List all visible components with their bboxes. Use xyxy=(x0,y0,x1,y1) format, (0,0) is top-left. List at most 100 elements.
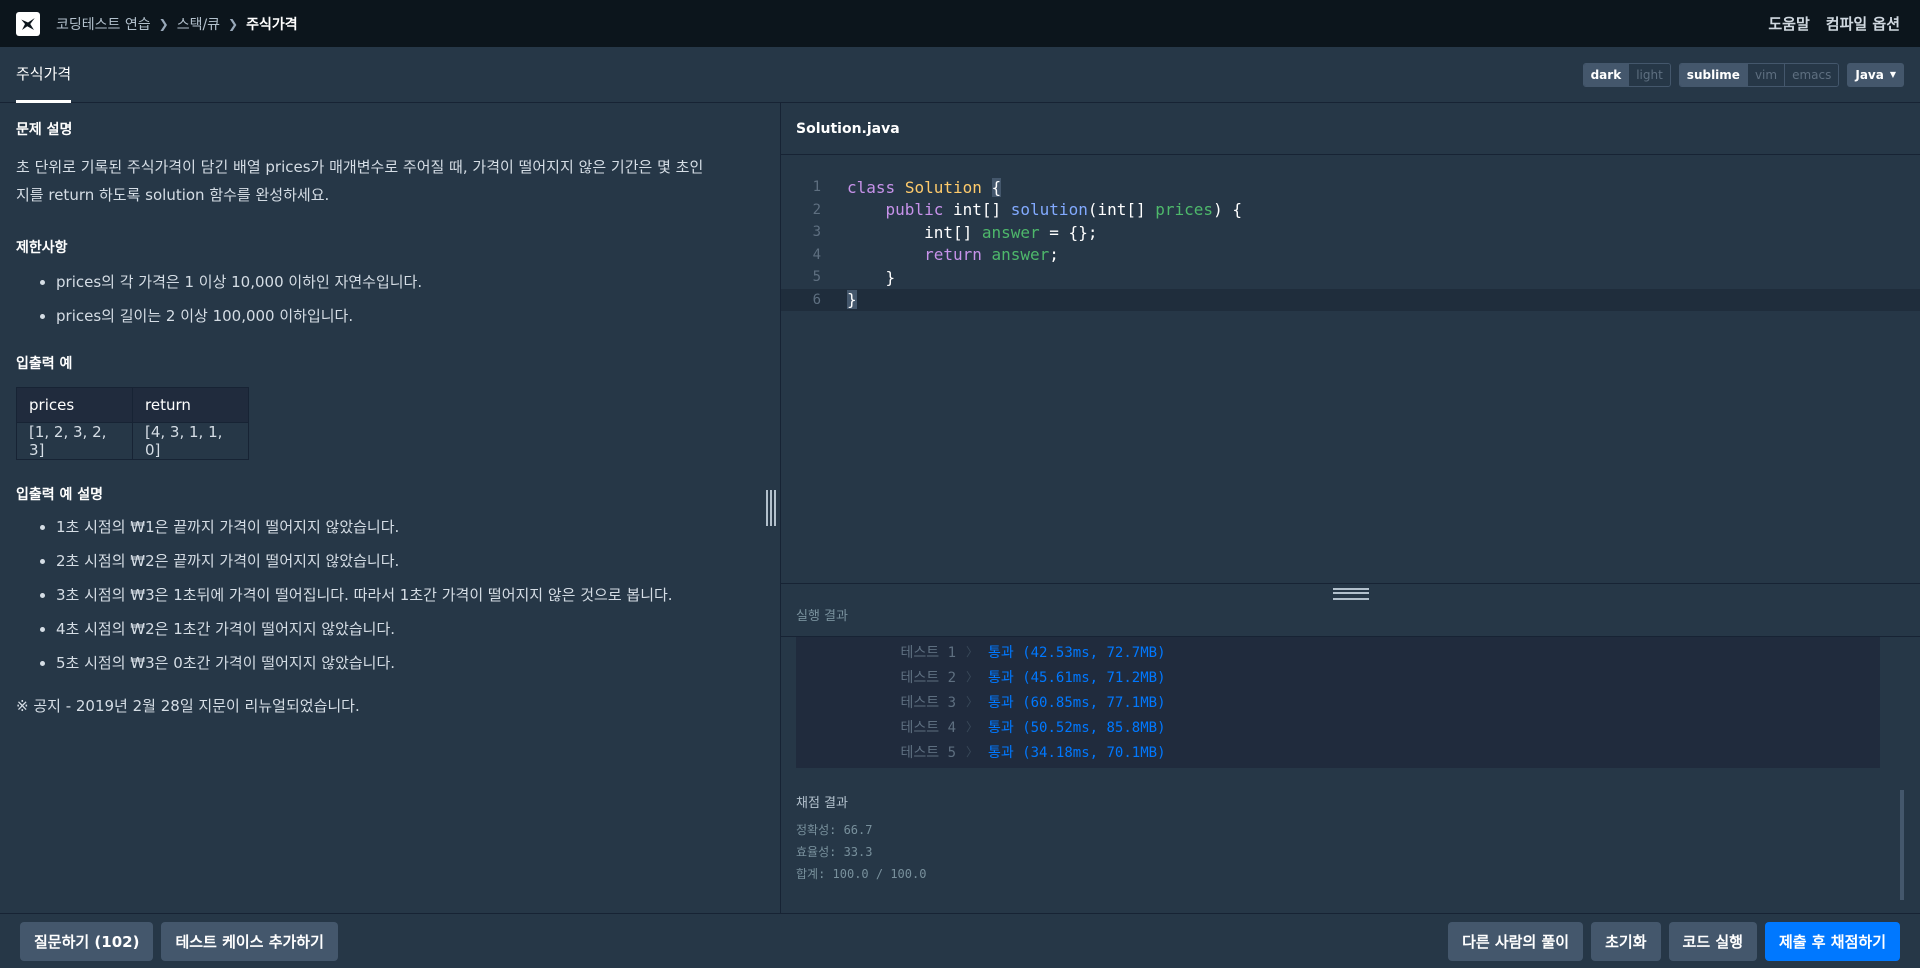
line-number: 6 xyxy=(812,291,821,308)
test-name: 테스트 2 xyxy=(900,669,957,686)
test-result: 통과 (34.18ms, 70.1MB) xyxy=(988,744,1166,761)
test-name: 테스트 4 xyxy=(900,719,957,736)
code-line: 3 int[] answer = {}; xyxy=(781,221,1920,244)
table-header-cell: return xyxy=(132,387,249,423)
keymap-emacs-button[interactable]: emacs xyxy=(1785,63,1839,86)
test-name: 테스트 3 xyxy=(900,694,957,711)
help-link[interactable]: 도움말 xyxy=(1768,13,1809,34)
grading-result-title: 채점 결과 xyxy=(796,796,848,811)
test-name: 테스트 5 xyxy=(900,744,957,761)
table-cell: [1, 2, 3, 2, 3] xyxy=(16,422,133,460)
notice-text: ※ 공지 - 2019년 2월 28일 지문이 리뉴얼되었습니다. xyxy=(16,697,360,715)
chevron-right-icon: 〉 xyxy=(966,720,979,734)
code-line: 2 public int[] solution(int[] prices) { xyxy=(781,199,1920,222)
tab-problem[interactable]: 주식가격 xyxy=(16,47,72,103)
language-select-value: Java xyxy=(1855,67,1884,82)
list-item: 3초 시점의 ₩3은 1초뒤에 가격이 떨어집니다. 따라서 1초간 가격이 떨… xyxy=(56,578,764,612)
chevron-right-icon: 〉 xyxy=(966,695,979,709)
chevron-right-icon: 〉 xyxy=(966,670,979,684)
description-text-line-2: 지를 return 하도록 solution 함수를 완성하세요. xyxy=(16,186,330,204)
breadcrumb-item-current: 주식가격 xyxy=(246,16,298,33)
test-result-row: 테스트 3 〉 통과 (60.85ms, 77.1MB) xyxy=(796,689,1880,714)
test-result: 통과 (42.53ms, 72.7MB) xyxy=(988,644,1166,661)
grading-total: 합계: 100.0 / 100.0 xyxy=(796,867,927,881)
compile-options-link[interactable]: 컴파일 옵션 xyxy=(1826,13,1900,34)
test-name: 테스트 1 xyxy=(900,644,957,661)
vertical-resize-handle[interactable] xyxy=(766,490,776,526)
ask-question-button[interactable]: 질문하기 (102) xyxy=(20,921,154,961)
reset-button[interactable]: 초기화 xyxy=(1591,921,1661,961)
top-right-menu: 도움말 컴파일 옵션 xyxy=(1768,13,1900,34)
line-number: 2 xyxy=(812,201,821,218)
results-header: 실행 결과 xyxy=(781,593,1920,637)
chevron-right-icon: 〉 xyxy=(966,645,979,659)
io-explanation-list: 1초 시점의 ₩1은 끝까지 가격이 떨어지지 않았습니다. 2초 시점의 ₩2… xyxy=(56,510,764,680)
keymap-vim-button[interactable]: vim xyxy=(1747,63,1786,86)
description-text-line-1: 초 단위로 기록된 주식가격이 담긴 배열 prices가 매개변수로 주어질 … xyxy=(16,158,704,176)
list-item: 2초 시점의 ₩2은 끝까지 가격이 떨어지지 않았습니다. xyxy=(56,544,764,578)
code-text: int[] answer = {}; xyxy=(847,222,1098,242)
test-result: 통과 (60.85ms, 77.1MB) xyxy=(988,694,1166,711)
language-select[interactable]: Java ▼ xyxy=(1847,62,1904,87)
test-result-row: 테스트 2 〉 통과 (45.61ms, 71.2MB) xyxy=(796,664,1880,689)
breadcrumb: 코딩테스트 연습 ❯ 스택/큐 ❯ 주식가격 xyxy=(56,14,298,34)
horizontal-resize-handle[interactable] xyxy=(781,583,1920,600)
grading-efficiency: 효율성: 33.3 xyxy=(796,845,873,859)
theme-toggle: dark light xyxy=(1582,62,1671,87)
list-item: prices의 길이는 2 이상 100,000 이하입니다. xyxy=(56,299,764,333)
chevron-right-icon: ❯ xyxy=(158,16,169,31)
test-result: 통과 (45.61ms, 71.2MB) xyxy=(988,669,1166,686)
code-text: return answer; xyxy=(924,245,1059,265)
others-solution-button[interactable]: 다른 사람의 풀이 xyxy=(1448,921,1584,961)
list-item: 5초 시점의 ₩3은 0초간 가격이 떨어지지 않았습니다. xyxy=(56,646,764,680)
breadcrumb-item-coding-test[interactable]: 코딩테스트 연습 xyxy=(56,14,151,34)
line-number: 3 xyxy=(812,224,821,241)
caret-down-icon: ▼ xyxy=(1889,70,1896,79)
results-panel: 테스트 1 〉 통과 (42.53ms, 72.7MB) 테스트 2 〉 통과 … xyxy=(781,637,1920,913)
description-heading: 문제 설명 xyxy=(16,122,73,138)
test-result: 통과 (50.52ms, 85.8MB) xyxy=(988,719,1166,736)
add-testcase-button[interactable]: 테스트 케이스 추가하기 xyxy=(161,921,338,961)
table-header-row: prices return xyxy=(16,387,249,423)
code-line: 1 class Solution { xyxy=(781,176,1920,199)
test-results-box: 테스트 1 〉 통과 (42.53ms, 72.7MB) 테스트 2 〉 통과 … xyxy=(796,637,1880,768)
code-text: public int[] solution(int[] prices) { xyxy=(885,200,1242,220)
code-line: 4 return answer; xyxy=(781,244,1920,267)
tab-bar: 주식가격 dark light sublime vim emacs Java ▼ xyxy=(0,47,1920,103)
code-text: } xyxy=(847,290,857,310)
io-example-heading: 입출력 예 xyxy=(16,356,73,372)
io-example-table: prices return [1, 2, 3, 2, 3] [4, 3, 1, … xyxy=(16,387,249,460)
code-text: } xyxy=(847,267,896,287)
file-name-header: Solution.java xyxy=(781,103,1920,155)
grading-accuracy: 정확성: 66.7 xyxy=(796,823,873,837)
code-text: class Solution { xyxy=(847,177,1002,197)
list-item: 4초 시점의 ₩2은 1초간 가격이 떨어지지 않았습니다. xyxy=(56,612,764,646)
breadcrumb-item-stack-queue[interactable]: 스택/큐 xyxy=(177,14,220,34)
run-code-button[interactable]: 코드 실행 xyxy=(1668,921,1757,961)
table-header-cell: prices xyxy=(16,387,133,423)
editor-controls: dark light sublime vim emacs Java ▼ xyxy=(1582,47,1904,102)
test-result-row: 테스트 5 〉 통과 (34.18ms, 70.1MB) xyxy=(796,739,1880,764)
test-result-row: 테스트 4 〉 통과 (50.52ms, 85.8MB) xyxy=(796,714,1880,739)
keymap-sublime-button[interactable]: sublime xyxy=(1679,63,1748,86)
code-editor[interactable]: 1 class Solution { 2 public int[] soluti… xyxy=(781,155,1920,583)
chevron-right-icon: 〉 xyxy=(966,745,979,759)
keymap-toggle: sublime vim emacs xyxy=(1678,62,1840,87)
logo-glyph xyxy=(21,17,35,30)
test-result-row: 테스트 1 〉 통과 (42.53ms, 72.7MB) xyxy=(796,639,1880,664)
theme-light-button[interactable]: light xyxy=(1629,63,1670,86)
submit-button[interactable]: 제출 후 채점하기 xyxy=(1764,921,1900,961)
bottom-action-bar: 질문하기 (102) 테스트 케이스 추가하기 다른 사람의 풀이 초기화 코드… xyxy=(0,913,1920,968)
io-explanation-heading: 입출력 예 설명 xyxy=(16,487,104,503)
chevron-right-icon: ❯ xyxy=(228,16,239,31)
code-line-active: 6 } xyxy=(781,288,1920,311)
results-scrollbar[interactable] xyxy=(1900,790,1904,900)
table-cell: [4, 3, 1, 1, 0] xyxy=(132,422,249,460)
table-row: [1, 2, 3, 2, 3] [4, 3, 1, 1, 0] xyxy=(16,422,249,460)
list-item: prices의 각 가격은 1 이상 10,000 이하인 자연수입니다. xyxy=(56,265,764,299)
theme-dark-button[interactable]: dark xyxy=(1583,63,1630,86)
constraints-heading: 제한사항 xyxy=(16,240,68,256)
programmers-logo-icon[interactable] xyxy=(16,11,40,36)
problem-description-panel: 문제 설명 초 단위로 기록된 주식가격이 담긴 배열 prices가 매개변수… xyxy=(0,103,780,913)
line-number: 5 xyxy=(812,269,821,286)
